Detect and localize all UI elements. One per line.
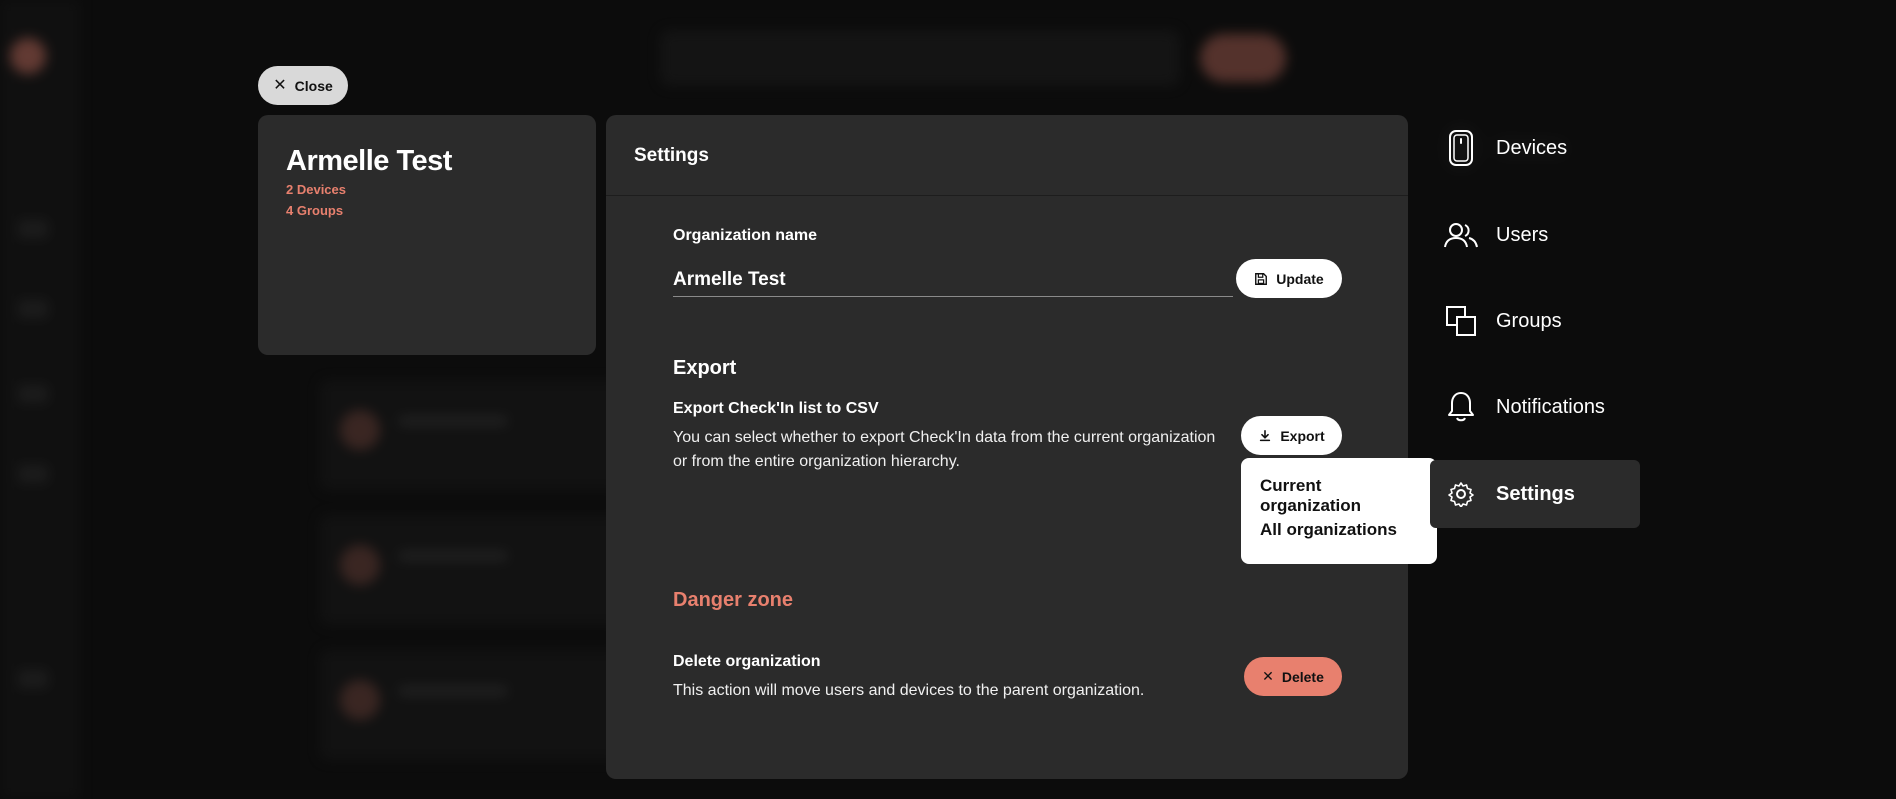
nav-item-users[interactable]: Users (1430, 201, 1640, 269)
export-description: You can select whether to export Check'I… (673, 426, 1215, 474)
organization-name-input[interactable] (673, 263, 1233, 297)
export-description-line: or from the entire organization hierarch… (673, 453, 960, 470)
export-label: Export (1280, 427, 1325, 444)
background-nav-item (18, 300, 48, 318)
background-nav-item (18, 465, 48, 483)
background-text (398, 686, 508, 696)
delete-description: This action will move users and devices … (673, 682, 1145, 699)
background-text (398, 416, 508, 426)
export-title: Export Check'In list to CSV (673, 400, 879, 417)
background-avatar (340, 680, 380, 720)
nav-item-settings[interactable]: Settings (1430, 460, 1640, 528)
update-button[interactable]: Update (1236, 259, 1342, 298)
close-button[interactable]: ✕ Close (258, 66, 348, 105)
gear-icon (1444, 477, 1478, 511)
delete-button[interactable]: ✕ Delete (1244, 657, 1342, 696)
background-nav-item (18, 670, 48, 688)
export-button[interactable]: Export (1241, 416, 1342, 455)
background-row (320, 515, 620, 625)
settings-panel: Settings Organization name Update Export… (606, 115, 1408, 779)
devices-count[interactable]: 2 Devices (286, 182, 568, 197)
nav-label-notifications: Notifications (1496, 395, 1605, 418)
export-option-current-organization[interactable]: Current organization (1260, 476, 1418, 520)
nav-label-users: Users (1496, 223, 1549, 246)
export-dropdown-menu: Current organization All organizations (1241, 458, 1437, 564)
groups-count[interactable]: 4 Groups (286, 203, 568, 218)
background-row (320, 650, 620, 760)
delete-title: Delete organization (673, 653, 821, 670)
organization-name-label: Organization name (673, 227, 818, 244)
close-icon: ✕ (273, 76, 287, 94)
danger-zone-heading: Danger zone (673, 589, 794, 611)
close-label: Close (294, 77, 333, 94)
nav-label-devices: Devices (1496, 136, 1568, 159)
users-icon (1444, 218, 1478, 252)
background-nav-item (18, 385, 48, 403)
background-nav-item (18, 220, 48, 238)
export-option-all-organizations[interactable]: All organizations (1260, 520, 1418, 564)
groups-icon (1444, 304, 1478, 338)
background-row (320, 380, 620, 490)
bell-icon (1444, 390, 1478, 424)
download-icon (1260, 429, 1271, 441)
nav-item-devices[interactable]: Devices (1430, 114, 1640, 182)
background-avatar (340, 410, 380, 450)
organization-title: Armelle Test (286, 145, 452, 177)
update-label: Update (1276, 270, 1324, 287)
delete-label: Delete (1281, 668, 1324, 685)
background-button (1200, 34, 1286, 82)
organization-summary-card: Armelle Test 2 Devices 4 Groups (258, 115, 596, 355)
background-sidebar (0, 0, 80, 799)
delete-x-icon: ✕ (1262, 668, 1274, 684)
nav-item-groups[interactable]: Groups (1430, 287, 1640, 355)
nav-label-groups: Groups (1496, 309, 1562, 332)
export-description-line: You can select whether to export Check'I… (673, 429, 1216, 446)
nav-item-notifications[interactable]: Notifications (1430, 373, 1640, 441)
nav-label-settings: Settings (1496, 482, 1575, 505)
export-heading: Export (673, 357, 737, 379)
phone-icon (1444, 130, 1478, 166)
background-avatar (340, 545, 380, 585)
settings-title: Settings (606, 115, 1408, 196)
save-icon (1255, 272, 1268, 285)
background-logo (10, 38, 46, 74)
background-text (398, 551, 508, 561)
background-search-bar (660, 30, 1180, 86)
